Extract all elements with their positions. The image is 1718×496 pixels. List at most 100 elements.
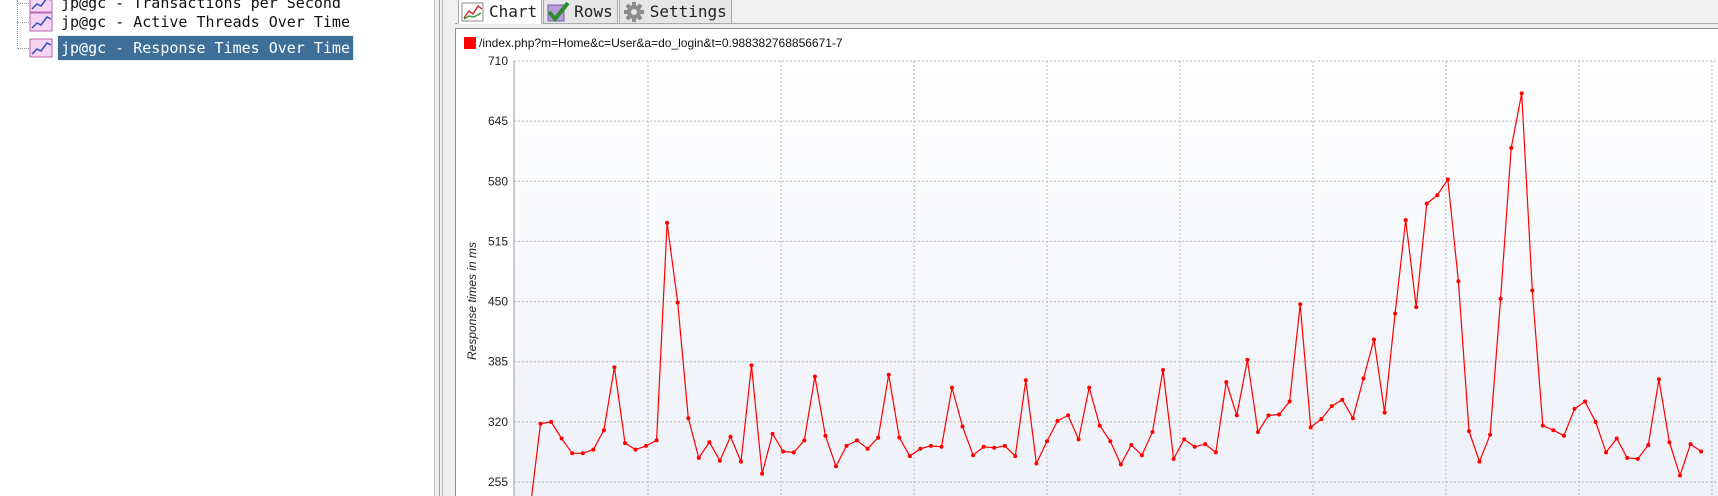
data-point [1678, 473, 1682, 478]
data-point [1045, 439, 1049, 444]
data-point [601, 428, 606, 433]
y-tick-label: 580 [488, 174, 508, 188]
data-point [1097, 423, 1102, 428]
data-point [654, 438, 659, 443]
response-times-chart: 710 645 580 515 450 385 320 255 Response times … [465, 54, 1718, 496]
data-point [1118, 462, 1123, 467]
data-point [717, 458, 722, 463]
data-point [760, 471, 765, 476]
data-point [686, 416, 691, 421]
data-point [812, 374, 817, 379]
data-point [633, 447, 638, 452]
data-point [865, 446, 870, 451]
data-point [1583, 399, 1587, 404]
data-point [1530, 288, 1535, 293]
data-point [1635, 456, 1640, 461]
data-point [770, 431, 775, 436]
y-axis-label: Response times in ms [465, 242, 479, 360]
data-point [728, 434, 733, 439]
data-point [1192, 444, 1197, 449]
data-point [950, 385, 954, 390]
data-point [1688, 442, 1693, 447]
y-tick-label: 710 [488, 54, 508, 68]
data-point [696, 455, 701, 460]
data-point [1023, 378, 1028, 383]
data-point [1034, 461, 1039, 466]
plot-background [514, 61, 1718, 496]
data-point [1445, 177, 1450, 182]
data-point [665, 220, 670, 225]
data-point [1350, 416, 1355, 421]
data-point [1171, 456, 1176, 461]
data-point [1614, 436, 1619, 441]
data-point [644, 443, 648, 448]
data-point [1266, 413, 1271, 418]
data-point [559, 436, 564, 441]
data-point [1435, 193, 1440, 198]
data-point [1298, 302, 1303, 307]
data-point [580, 451, 585, 456]
data-point [1224, 380, 1229, 385]
data-point [1066, 413, 1071, 418]
data-point [1361, 376, 1366, 381]
data-point [549, 419, 554, 424]
data-point [675, 300, 680, 305]
data-point [1203, 442, 1208, 447]
y-tick-label: 645 [488, 114, 508, 128]
data-point [1277, 412, 1282, 417]
data-point [1540, 423, 1545, 428]
data-point [939, 444, 944, 449]
data-point [1340, 397, 1345, 402]
data-point [1488, 432, 1493, 437]
data-point [1403, 218, 1408, 223]
data-point [1139, 453, 1144, 458]
y-tick-label: 255 [488, 475, 508, 489]
data-point [1551, 428, 1556, 433]
data-point [1519, 91, 1524, 96]
data-point [1129, 443, 1134, 447]
data-point [1456, 279, 1461, 284]
data-point [707, 440, 712, 445]
data-point [1646, 443, 1651, 447]
data-point [855, 438, 859, 443]
data-point [1593, 419, 1598, 424]
data-point [1467, 429, 1471, 434]
data-point [918, 446, 923, 451]
data-point [1372, 337, 1376, 342]
data-point [876, 435, 881, 440]
data-point [1477, 459, 1482, 464]
data-point [886, 372, 891, 377]
data-point [802, 438, 807, 443]
y-tick-label: 515 [488, 234, 508, 248]
data-point [1002, 443, 1007, 448]
data-point [791, 450, 796, 455]
data-point [1667, 440, 1672, 445]
data-point [1329, 404, 1334, 409]
data-point [1213, 450, 1218, 455]
data-point [1509, 146, 1514, 150]
data-point [570, 451, 575, 456]
data-point [834, 464, 838, 469]
data-point [907, 454, 912, 459]
data-point [992, 445, 997, 450]
data-point [1055, 418, 1060, 423]
data-point [1108, 439, 1113, 444]
data-point [844, 443, 849, 448]
data-point [612, 365, 617, 370]
data-point [1287, 399, 1292, 404]
data-point [960, 424, 965, 429]
data-point [1076, 437, 1081, 442]
data-point [1699, 449, 1704, 454]
data-point [1013, 454, 1018, 459]
y-axis-ticks: 710 645 580 515 450 385 320 255 [488, 54, 508, 489]
data-point [897, 435, 902, 440]
data-point [591, 447, 596, 452]
y-tick-label: 385 [488, 355, 508, 369]
data-point [1604, 450, 1609, 455]
data-point [928, 443, 933, 448]
data-point [1087, 385, 1092, 390]
data-point [823, 433, 828, 438]
y-tick-label: 320 [488, 415, 508, 429]
data-point [749, 363, 754, 368]
data-point [1561, 433, 1566, 438]
